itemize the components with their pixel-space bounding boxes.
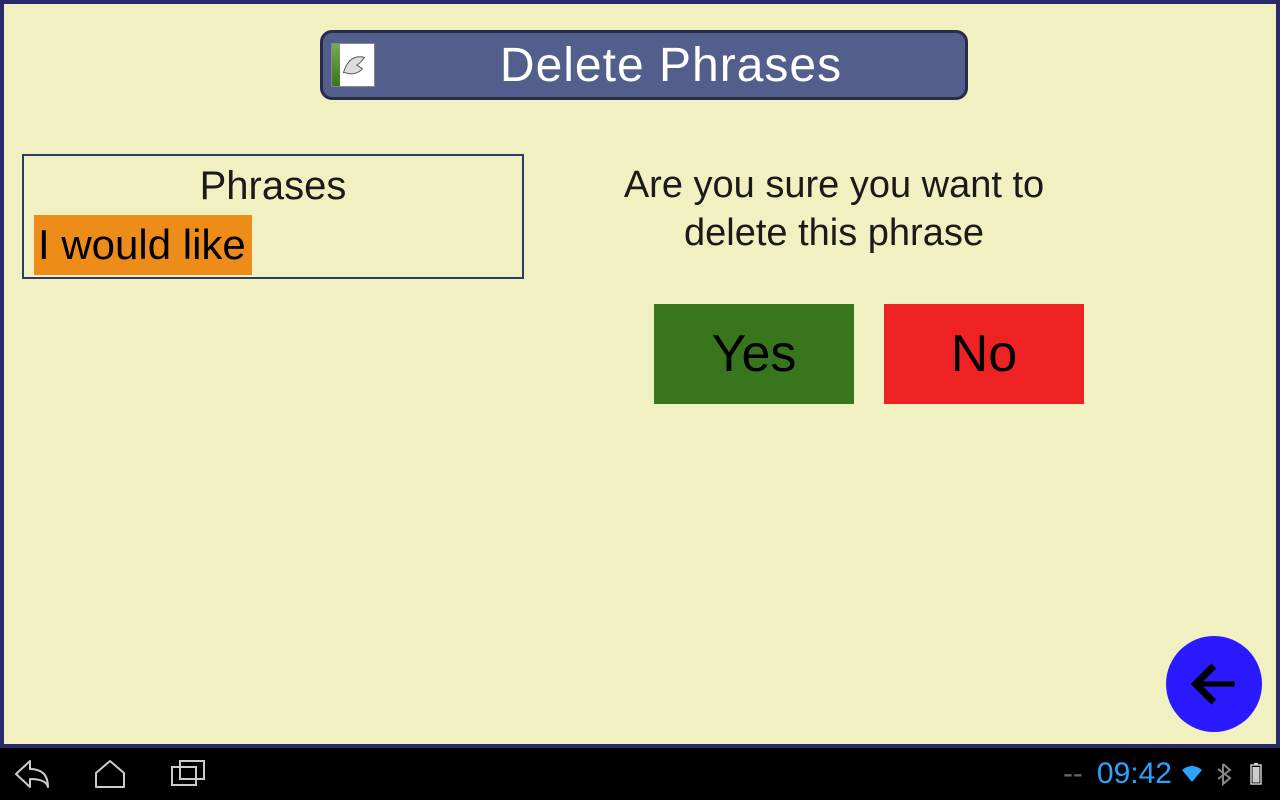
- nav-back-icon[interactable]: [12, 757, 52, 791]
- page-title: Delete Phrases: [385, 38, 957, 93]
- app-icon: [331, 43, 375, 87]
- bluetooth-icon: [1212, 762, 1236, 786]
- nav-home-icon[interactable]: [90, 757, 130, 791]
- status-area: -- 09:42: [1063, 757, 1268, 791]
- battery-icon: [1244, 762, 1268, 786]
- phrases-panel: Phrases I would like: [22, 154, 524, 279]
- wifi-icon: [1180, 762, 1204, 786]
- confirm-message: Are you sure you want to delete this phr…: [604, 162, 1064, 257]
- title-bar: Delete Phrases: [320, 30, 968, 100]
- arrow-left-icon: [1183, 653, 1245, 715]
- status-time: 09:42: [1097, 757, 1172, 791]
- yes-button[interactable]: Yes: [654, 304, 854, 404]
- bird-icon: [332, 44, 374, 86]
- phrase-item[interactable]: I would like: [34, 215, 252, 275]
- phrases-heading: Phrases: [24, 156, 522, 215]
- app-frame: Delete Phrases Phrases I would like Are …: [0, 0, 1280, 748]
- android-nav-bar: -- 09:42: [0, 748, 1280, 800]
- back-button[interactable]: [1166, 636, 1262, 732]
- status-dash: --: [1063, 757, 1083, 791]
- nav-recent-icon[interactable]: [168, 757, 208, 791]
- no-button[interactable]: No: [884, 304, 1084, 404]
